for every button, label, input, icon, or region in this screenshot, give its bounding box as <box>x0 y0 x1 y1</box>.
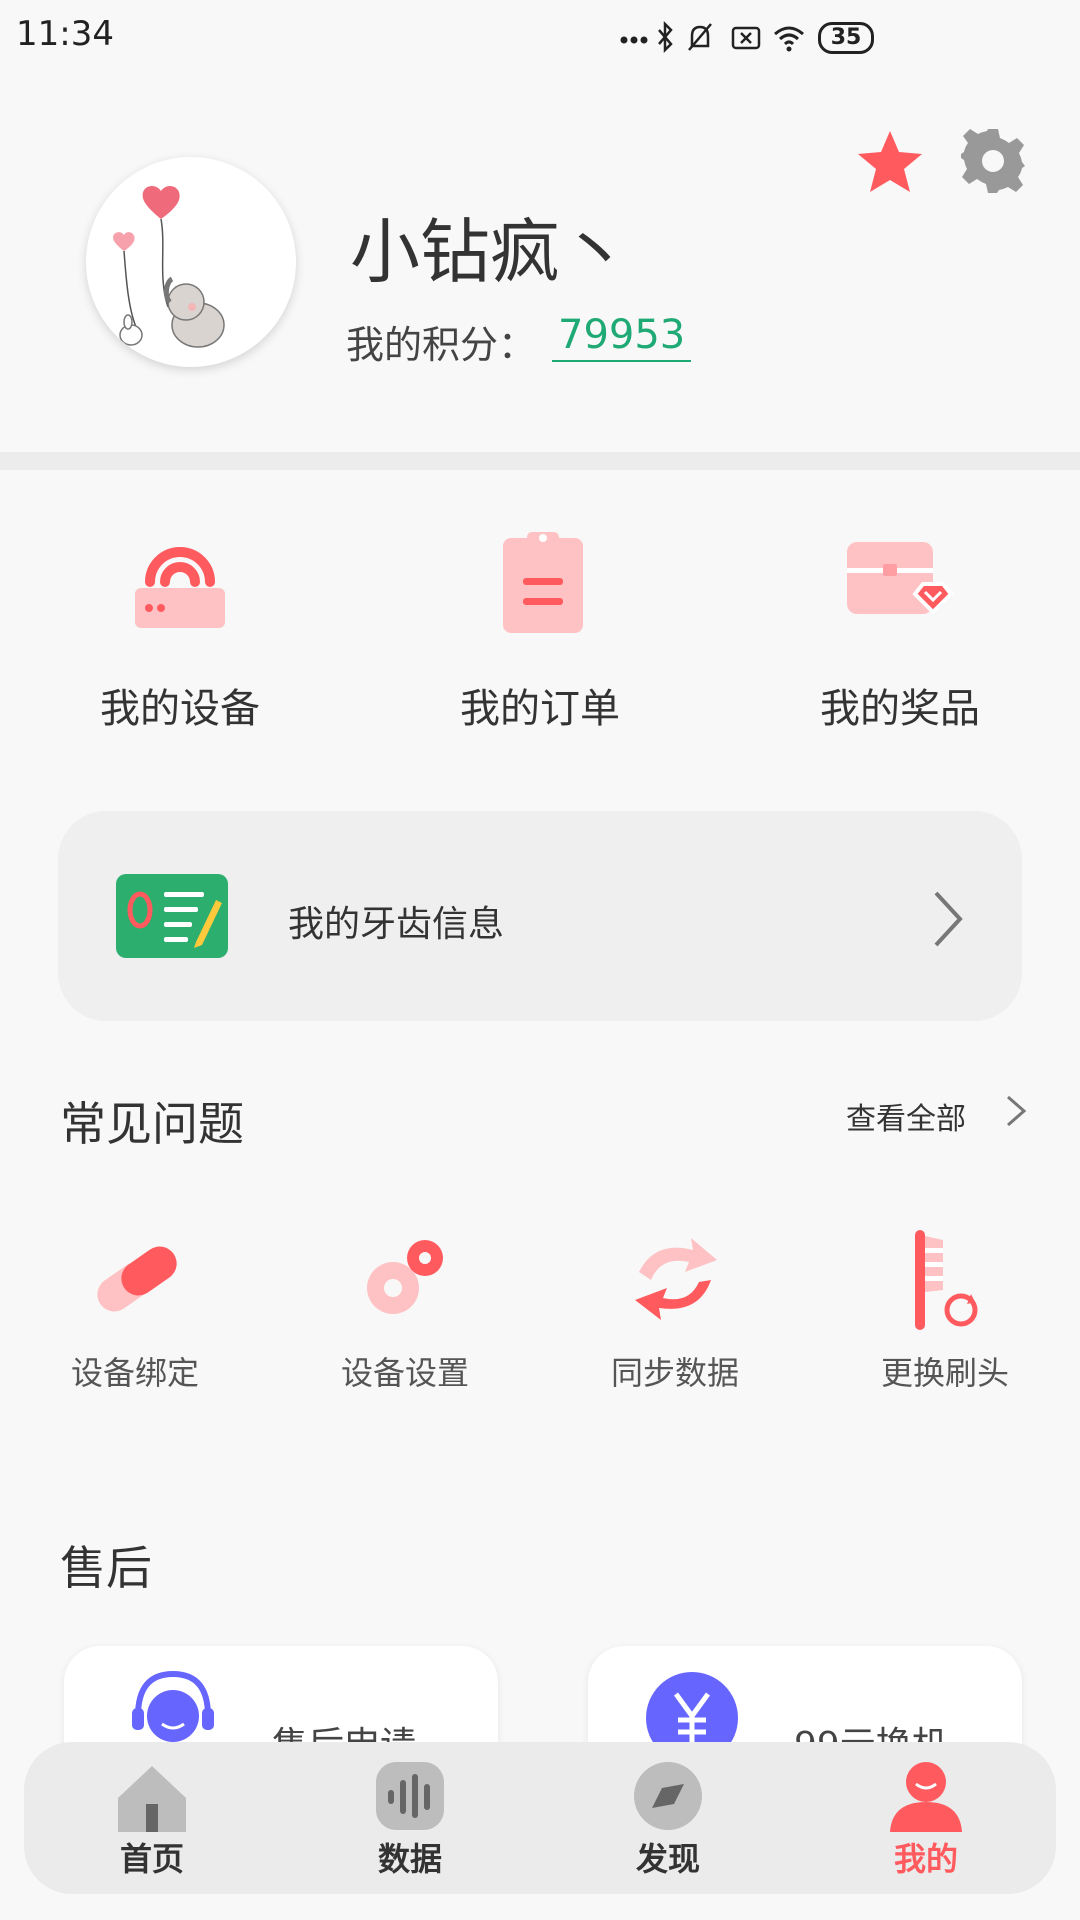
faq-device-settings[interactable]: 设备设置 <box>295 1230 515 1394</box>
teeth-info-label: 我的牙齿信息 <box>288 904 505 945</box>
router-icon <box>135 547 225 628</box>
nav-label: 我的 <box>893 1840 958 1878</box>
chevron-right-icon[interactable] <box>1004 1094 1028 1128</box>
mute-bell-icon <box>688 23 712 51</box>
bluetooth-icon <box>658 20 673 54</box>
nav-label: 首页 <box>119 1840 184 1878</box>
faq-section-title: 常见问题 <box>60 1097 244 1151</box>
favorite-star-icon[interactable] <box>855 127 925 197</box>
nav-data[interactable]: 数据 <box>320 1760 500 1880</box>
battery-indicator: 35 <box>818 22 874 54</box>
username: 小钻疯丶 <box>350 211 630 293</box>
faq-label: 同步数据 <box>610 1354 739 1392</box>
my-prizes-button[interactable]: 我的奖品 <box>780 528 1020 734</box>
nav-home[interactable]: 首页 <box>62 1760 242 1880</box>
faq-label: 更换刷头 <box>880 1354 1009 1392</box>
person-icon <box>890 1762 962 1832</box>
settings-gear-icon[interactable] <box>958 126 1028 196</box>
teeth-info-card[interactable]: 我的牙齿信息 <box>58 811 1022 1021</box>
faq-replace-brush-head[interactable]: 更换刷头 <box>835 1230 1055 1394</box>
faq-label: 设备绑定 <box>70 1354 199 1392</box>
section-divider <box>0 452 1080 470</box>
my-devices-button[interactable]: 我的设备 <box>60 528 300 734</box>
chevron-right-icon <box>934 891 963 947</box>
compass-icon <box>634 1762 702 1830</box>
link-icon <box>97 1246 177 1312</box>
sim-off-icon <box>731 26 761 50</box>
faq-sync-data[interactable]: 同步数据 <box>565 1230 785 1394</box>
nav-label: 发现 <box>635 1840 700 1878</box>
my-orders-button[interactable]: 我的订单 <box>420 528 660 734</box>
clipboard-icon <box>503 532 583 633</box>
avatar[interactable] <box>86 157 296 367</box>
nav-discover[interactable]: 发现 <box>578 1760 758 1880</box>
status-time: 11:34 <box>16 14 114 54</box>
bottom-nav: 首页 数据 发现 我的 <box>24 1742 1056 1894</box>
gears-icon <box>367 1240 443 1314</box>
more-dots-icon <box>620 36 648 44</box>
after-sale-section-title: 售后 <box>60 1541 152 1595</box>
teeth-info-icon <box>116 874 228 958</box>
my-devices-label: 我的设备 <box>100 686 260 732</box>
wifi-icon <box>774 26 804 52</box>
points-value[interactable]: 79953 <box>552 312 692 362</box>
points-label: 我的积分： <box>346 323 537 367</box>
data-icon <box>376 1762 444 1830</box>
faq-label: 设备设置 <box>340 1354 469 1392</box>
nav-label: 数据 <box>377 1840 442 1878</box>
prize-box-icon <box>847 542 954 615</box>
my-prizes-label: 我的奖品 <box>820 686 980 732</box>
home-icon <box>118 1766 186 1832</box>
faq-device-binding[interactable]: 设备绑定 <box>25 1230 245 1394</box>
my-orders-label: 我的订单 <box>460 686 620 732</box>
faq-view-all-link[interactable]: 查看全部 <box>846 1094 966 1138</box>
status-bar: 11:34 35 <box>0 0 1080 80</box>
sync-icon <box>635 1238 717 1320</box>
brush-head-icon <box>915 1230 978 1330</box>
nav-mine[interactable]: 我的 <box>836 1760 1016 1880</box>
elephant-balloon-illustration <box>113 185 225 348</box>
